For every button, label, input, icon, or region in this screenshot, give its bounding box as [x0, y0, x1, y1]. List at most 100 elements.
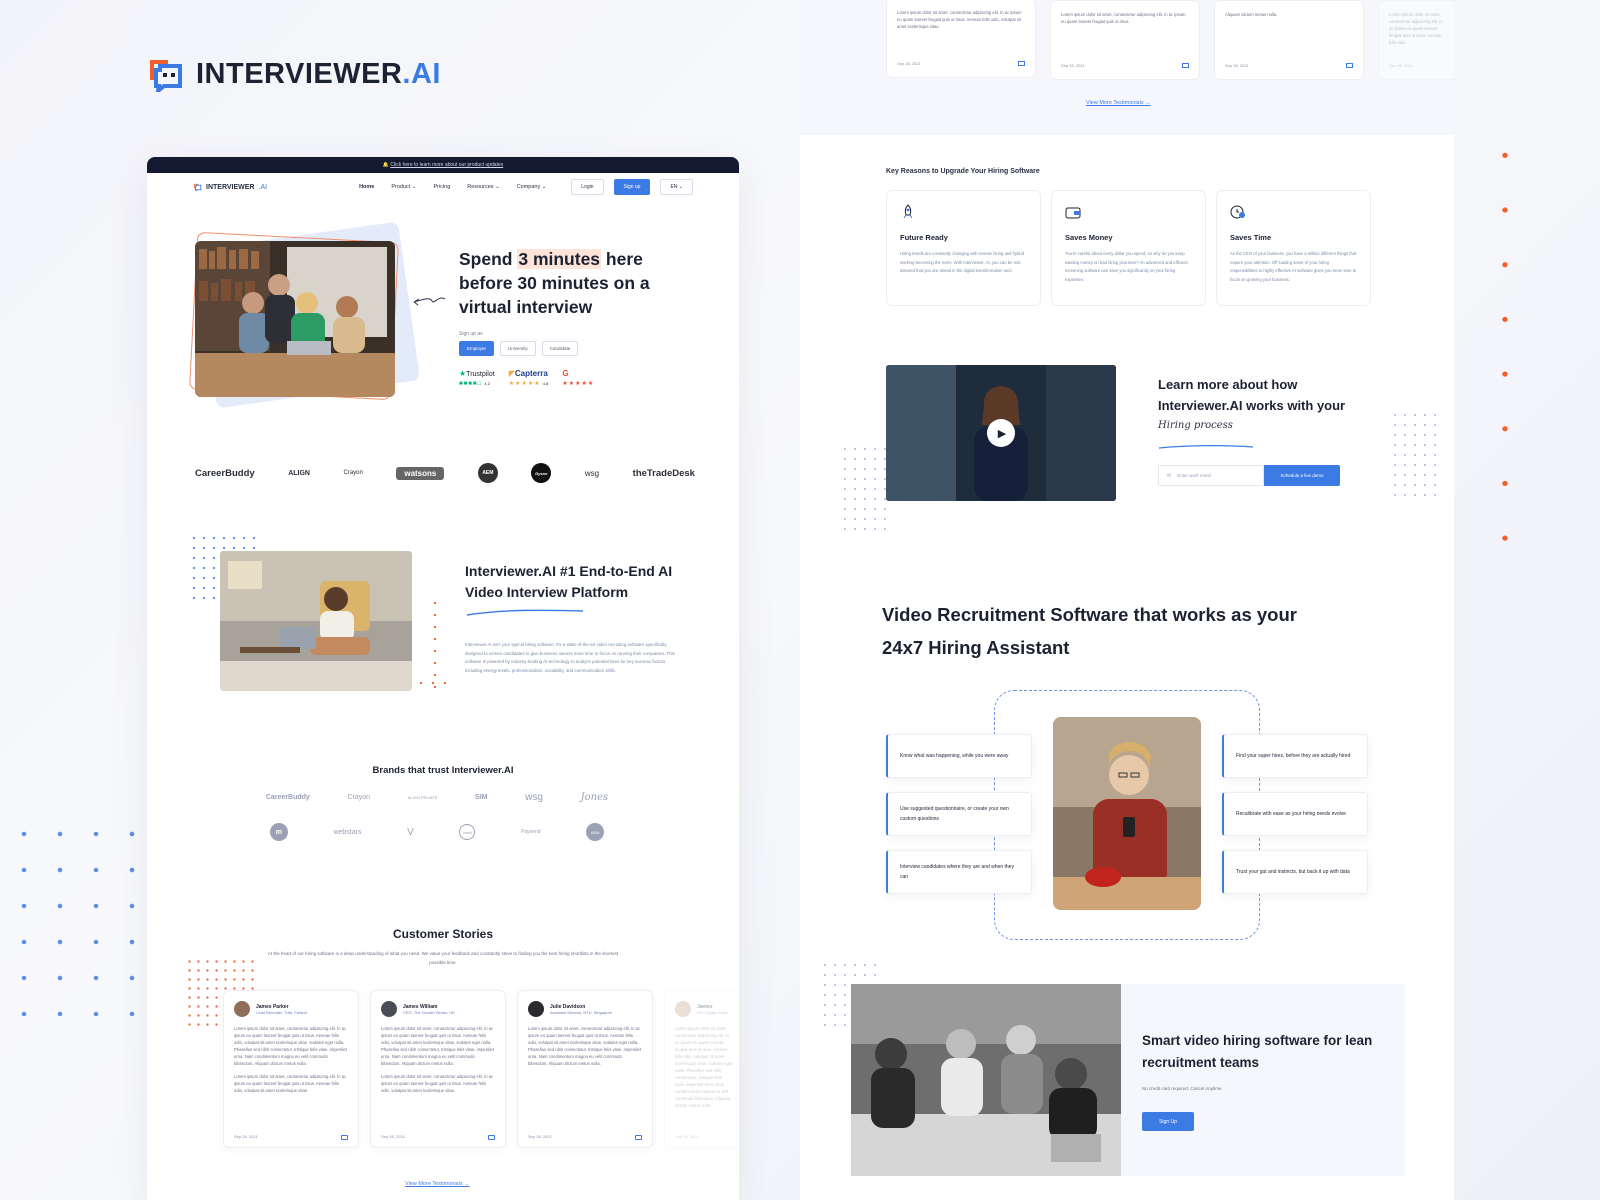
decor-dots-blue-left — [6, 816, 156, 1016]
message-icon[interactable] — [1018, 61, 1025, 66]
benefit-left-3: Interview candidates where they are and … — [886, 850, 1032, 894]
top-nav: INTERVIEWER .AI Home Product ⌄ Pricing Re… — [147, 173, 739, 201]
trust-logo-webstars: webstars — [333, 828, 362, 836]
nav-link-resources[interactable]: Resources ⌄ — [467, 184, 499, 190]
reason-card-saves-time: Saves Time As the CEO of your business, … — [1216, 190, 1371, 306]
nav-link-product[interactable]: Product ⌄ — [391, 184, 416, 190]
mini-card-text: Aliquam dictum metus nulla. — [1225, 12, 1278, 17]
trustpilot-stars: ■■■■□ — [459, 381, 483, 387]
message-icon[interactable] — [1346, 63, 1353, 68]
role-university[interactable]: University — [500, 341, 536, 356]
logo-watsons: watsons — [396, 466, 445, 480]
g2-logo-icon: G — [562, 369, 569, 378]
testimonial-date: Sep 28, 2021 — [528, 1134, 552, 1139]
script-underline — [1158, 445, 1254, 449]
play-button[interactable]: ▶ — [987, 419, 1015, 447]
reason-desc: You're careful about every dollar you sp… — [1065, 251, 1188, 282]
testimonial-card-faded[interactable]: James HR, Digital Oasis Lorem ipsum dolor… — [664, 990, 739, 1148]
testimonial-date: Sep 28, 2021 — [381, 1134, 405, 1139]
reason-title: Saves Time — [1230, 233, 1272, 242]
g2-badge[interactable]: G ★★★★★ — [562, 369, 594, 387]
view-more-testimonials-link[interactable]: View More Testimonials → — [1086, 100, 1151, 106]
logo-thetradedesk: theTradeDesk — [632, 467, 695, 479]
testimonial-card-mini[interactable]: Lorem ipsum dolor sit amet, consectetur … — [1050, 0, 1200, 80]
mini-card-date: Sep 28, 2021 — [1061, 63, 1085, 68]
smart-hiring-subtitle: No credit card required. Cancel Anytime — [1142, 1086, 1222, 1091]
mini-card-date: Sep 28, 2021 — [1389, 63, 1413, 68]
nav-link-company[interactable]: Company ⌄ — [517, 184, 547, 190]
trust-logo-paysend: Paysend — [521, 829, 541, 835]
testimonial-card[interactable]: James William CEO, The Growth Works, UK L… — [370, 990, 506, 1148]
trust-logo-jones: Jones — [580, 792, 609, 803]
trust-logo-align: ALIGN PRIVATE — [407, 795, 438, 800]
trust-logo-crest: crest — [459, 824, 476, 840]
testimonial-card-mini[interactable]: Lorem ipsum dolor sit amet, consectetur … — [886, 0, 1036, 78]
role-employer[interactable]: Employer — [459, 341, 495, 356]
reason-title: Future Ready — [900, 233, 948, 242]
key-reasons-cards: Future Ready Hiring trends are constantl… — [886, 190, 1371, 306]
testimonial-card[interactable]: James Parker Lead Recruiter, Tufa, Poland… — [223, 990, 359, 1148]
intro-video-player[interactable]: ▶ — [886, 365, 1116, 501]
trust-logo-crayon: Crayon — [347, 794, 371, 801]
testimonial-card-mini[interactable]: Aliquam dictum metus nulla. Sep 28, 2021 — [1214, 0, 1364, 80]
signup-button[interactable]: Sign up — [613, 179, 651, 195]
mini-card-text: Lorem ipsum dolor sit amet, consectetur … — [897, 10, 1022, 29]
message-icon[interactable] — [635, 1135, 642, 1140]
message-icon[interactable] — [488, 1135, 495, 1140]
benefit-right-1: Find your super hires, before they are a… — [1222, 734, 1368, 778]
landing-page-preview: 🔔 Click here to learn more about our pro… — [147, 157, 739, 1200]
mini-card-text: Lorem ipsum dolor sit amet, consectetur … — [1389, 12, 1443, 45]
smart-hiring-title: Smart video hiring software for lean rec… — [1142, 1033, 1373, 1070]
trust-logo-v: V — [407, 826, 414, 838]
work-email-input[interactable]: ✉ Enter work email — [1158, 465, 1264, 486]
announcement-bar[interactable]: 🔔 Click here to learn more about our pro… — [147, 157, 739, 173]
nav-links: Home Product ⌄ Pricing Resources ⌄ Compa… — [359, 184, 561, 190]
customer-stories-subtitle: At the heart of our hiring software is a… — [267, 951, 619, 965]
hero-headline: Spend 3 minutes here before 30 minutes o… — [459, 249, 650, 317]
benefit-right-3: Trust your gut and instincts, but back i… — [1222, 850, 1368, 894]
trustpilot-badge[interactable]: ★Trustpilot ■■■■□ 4.2 — [459, 369, 495, 387]
nav-logo[interactable]: INTERVIEWER .AI — [193, 183, 267, 191]
avatar — [675, 1001, 691, 1017]
brands-trust-row-2: m webstars V crest Paysend AEM — [247, 823, 627, 841]
capterra-badge[interactable]: ◤Capterra ★★★★★ 4.8 — [509, 369, 549, 387]
avatar — [381, 1001, 397, 1017]
testimonial-card-mini-faded[interactable]: Lorem ipsum dolor sit amet, consectetur … — [1378, 0, 1454, 80]
benefit-left-2: Use suggested questionnaire, or create y… — [886, 792, 1032, 836]
reason-desc: As the CEO of your business, you have a … — [1230, 251, 1357, 282]
schedule-demo-button[interactable]: Schedule a live demo — [1264, 465, 1340, 486]
testimonial-role: Lead Recruiter, Tufa, Poland — [256, 1009, 307, 1015]
decor-dots-video — [840, 444, 890, 534]
language-select[interactable]: EN ⌄ — [660, 179, 693, 195]
top-testimonial-cards: Lorem ipsum dolor sit amet, consectetur … — [886, 0, 1454, 80]
reason-title: Saves Money — [1065, 233, 1113, 242]
testimonial-date: Sep 28, 2021 — [234, 1134, 258, 1139]
mini-card-date: Sep 28, 2021 — [897, 61, 921, 66]
testimonial-date: Sep 28, 2021 — [675, 1134, 699, 1139]
nav-link-home[interactable]: Home — [359, 184, 374, 190]
testimonial-text: Lorem ipsum dolor sit amet, consectetur … — [381, 1026, 494, 1066]
view-more-testimonials-link[interactable]: View More Testimonials → — [405, 1181, 470, 1187]
avatar — [528, 1001, 544, 1017]
logo-aem: AEM — [477, 463, 498, 483]
mini-card-text: Lorem ipsum dolor sit amet, consectetur … — [1061, 12, 1186, 24]
smart-signup-button[interactable]: Sign Up — [1142, 1112, 1194, 1131]
learn-more-title: Learn more about how Interviewer.AI work… — [1158, 377, 1346, 413]
trust-logo-careerbuddy: CareerBuddy — [265, 794, 310, 801]
smart-hiring-panel — [1121, 984, 1405, 1176]
benefit-left-1: Know what was happening, while you were … — [886, 734, 1032, 778]
testimonial-text: Lorem ipsum dolor sit amet, consectetur … — [528, 1026, 641, 1066]
nav-link-pricing[interactable]: Pricing — [433, 184, 450, 190]
message-icon[interactable] — [341, 1135, 348, 1140]
features-page-preview: Lorem ipsum dolor sit amet, consectetur … — [800, 0, 1454, 1200]
login-button[interactable]: Login — [571, 179, 604, 195]
message-icon[interactable] — [1182, 63, 1189, 68]
testimonial-text: Lorem ipsum dolor sit amet, consectetur … — [675, 1026, 733, 1108]
brands-trust-grid: CareerBuddy Crayon ALIGN PRIVATE SIM wsg… — [247, 792, 627, 861]
testimonial-role: HR, Digital Oasis — [697, 1009, 728, 1015]
email-placeholder: Enter work email — [1177, 473, 1211, 478]
testimonial-card[interactable]: Julie Davidson Assistant Director, NTU, S… — [517, 990, 653, 1148]
role-candidate[interactable]: Candidate — [541, 341, 579, 356]
key-reasons-title: Key Reasons to Upgrade Your Hiring Softw… — [886, 168, 1040, 175]
avatar — [234, 1001, 250, 1017]
